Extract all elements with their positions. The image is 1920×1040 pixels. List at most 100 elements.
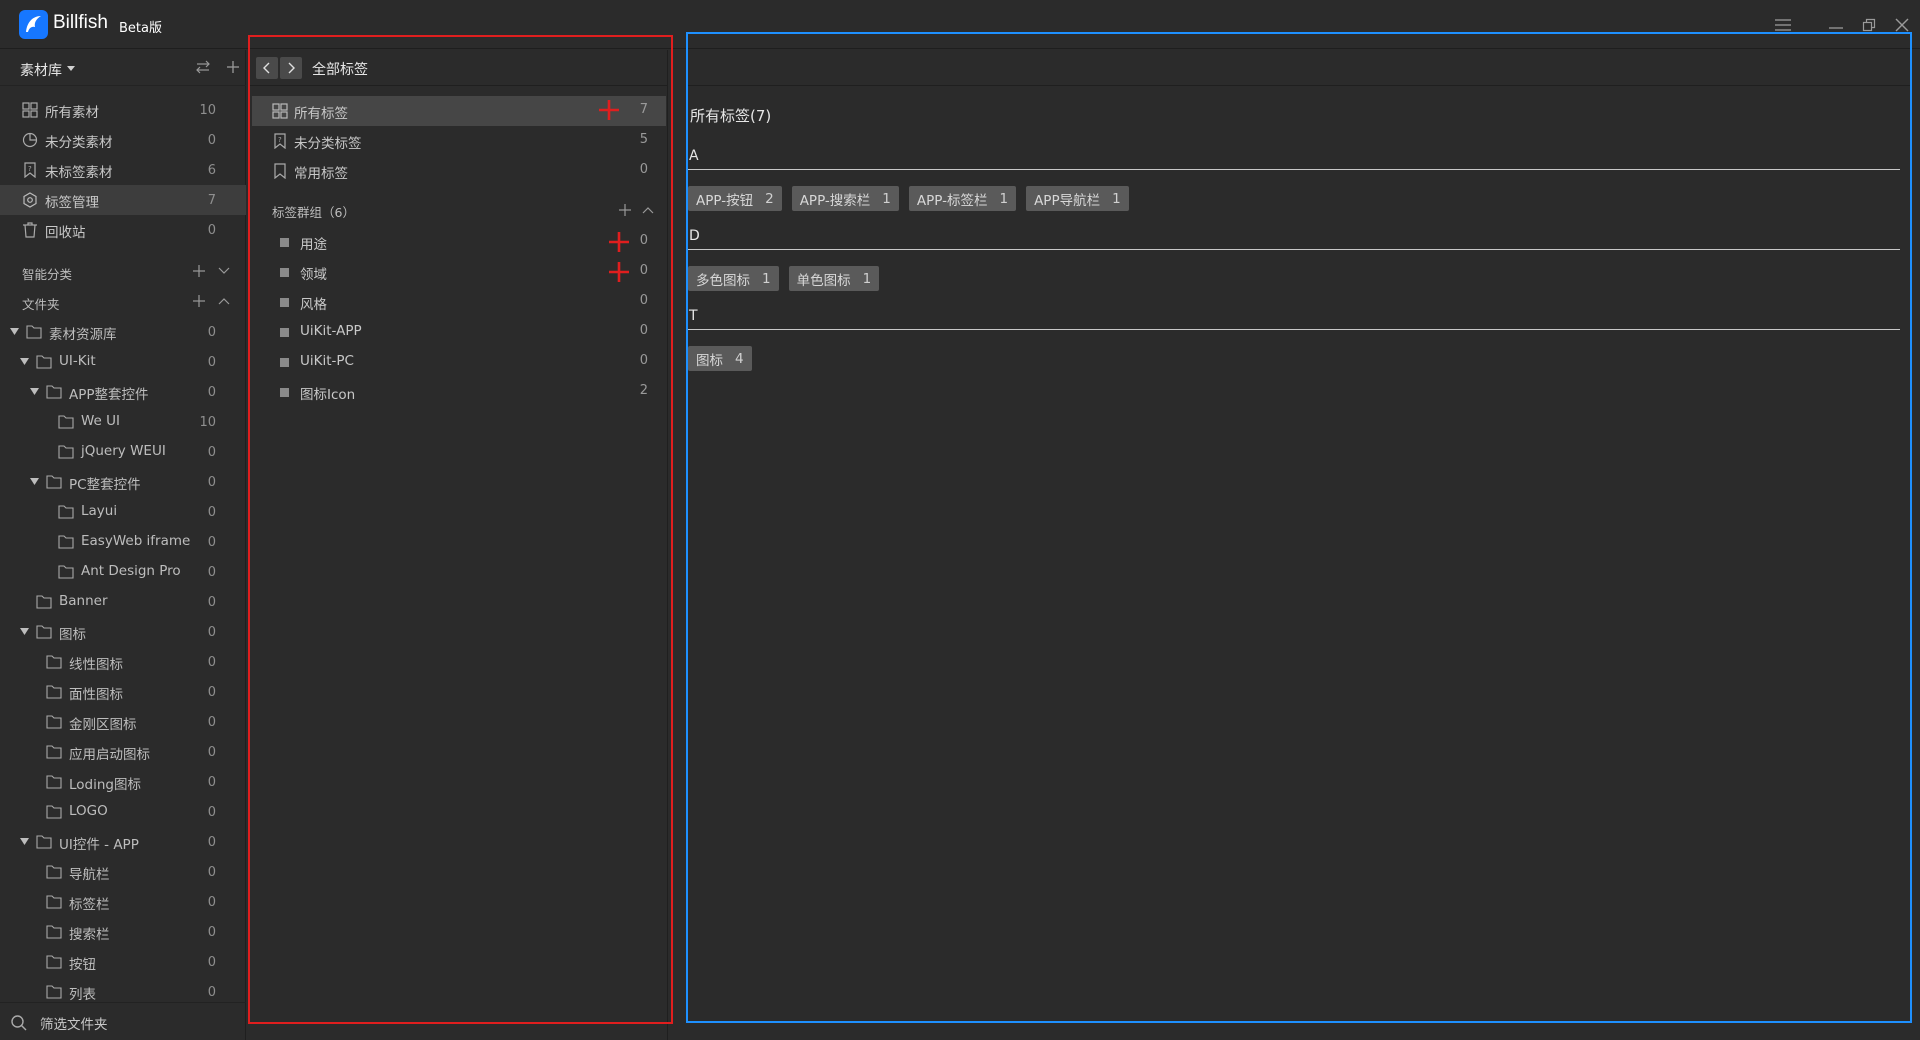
folder-label: 搜索栏 [69, 927, 110, 943]
expand-triangle-icon[interactable] [30, 388, 39, 395]
folder-label: Loding图标 [69, 777, 141, 793]
nav-uncategorized-assets[interactable]: 未分类素材 0 [0, 125, 246, 155]
folder-item[interactable]: 图标 0 [0, 617, 246, 647]
folder-icon [46, 955, 62, 969]
folder-item[interactable]: LOGO 0 [0, 797, 246, 827]
folder-item[interactable]: APP整套控件 0 [0, 377, 246, 407]
expand-triangle-icon[interactable] [30, 478, 39, 485]
folder-item[interactable]: Loding图标 0 [0, 767, 246, 797]
tag-chip[interactable]: 多色图标 1 [688, 266, 779, 291]
folder-item[interactable]: Banner 0 [0, 587, 246, 617]
folder-count: 0 [207, 744, 216, 760]
folder-item[interactable]: 素材资源库 0 [0, 317, 246, 347]
folder-item[interactable]: 面性图标 0 [0, 677, 246, 707]
tag-group-count: 0 [639, 293, 648, 308]
back-button[interactable] [256, 57, 278, 79]
folder-item[interactable]: 标签栏 0 [0, 887, 246, 917]
folder-item[interactable]: 搜索栏 0 [0, 917, 246, 947]
folder-item[interactable]: 线性图标 0 [0, 647, 246, 677]
folder-icon [58, 445, 74, 459]
folder-label: jQuery WEUI [81, 443, 166, 459]
folder-count: 0 [207, 504, 216, 520]
add-group-icon[interactable] [618, 203, 632, 217]
nav-label: 标签管理 [45, 195, 99, 211]
trash-icon [23, 222, 37, 238]
restore-icon[interactable] [1856, 12, 1882, 38]
folder-filter[interactable]: 筛选文件夹 [0, 1002, 246, 1040]
folder-icon [46, 685, 62, 699]
tag-group-item[interactable]: UiKit-PC 0 [252, 347, 666, 377]
tag-group-item[interactable]: UiKit-APP 0 [252, 317, 666, 347]
nav-count: 0 [207, 222, 216, 238]
tag-chip-count: 1 [999, 190, 1009, 207]
add-folder-icon[interactable] [192, 294, 206, 308]
nav-all-assets[interactable]: 所有素材 10 [0, 95, 246, 125]
folder-item[interactable]: 金刚区图标 0 [0, 707, 246, 737]
tag-chip[interactable]: APP-标签栏 1 [908, 186, 1017, 211]
folder-count: 0 [207, 864, 216, 880]
folder-item[interactable]: Layui 0 [0, 497, 246, 527]
folder-label: EasyWeb iframe [81, 533, 191, 549]
expand-triangle-icon[interactable] [20, 838, 29, 845]
library-selector[interactable]: 素材库 [20, 60, 62, 80]
chevron-up-icon[interactable] [642, 205, 654, 215]
folder-label: 按钮 [69, 957, 96, 973]
minimize-icon[interactable] [1823, 12, 1849, 38]
folder-item[interactable]: 导航栏 0 [0, 857, 246, 887]
nav-trash[interactable]: 回收站 0 [0, 215, 246, 245]
tag-group-item[interactable]: 风格 0 [252, 287, 666, 317]
filter-folder-label: 筛选文件夹 [40, 1017, 108, 1033]
svg-text:?: ? [28, 165, 32, 173]
tag-item-common[interactable]: 常用标签 0 [252, 156, 666, 186]
nav-tag-management[interactable]: 标签管理 7 [0, 185, 246, 215]
folder-item[interactable]: PC整套控件 0 [0, 467, 246, 497]
tag-item-all[interactable]: 所有标签 7 [252, 96, 666, 126]
tag-item-count: 0 [639, 162, 648, 177]
close-icon[interactable] [1889, 12, 1915, 38]
folder-icon [58, 505, 74, 519]
expand-triangle-icon[interactable] [20, 358, 29, 365]
tag-item-uncategorized[interactable]: ? 未分类标签 5 [252, 126, 666, 156]
tag-chip-row: 多色图标 1 单色图标 1 [688, 266, 880, 292]
menu-icon[interactable] [1770, 12, 1796, 38]
folder-item[interactable]: 按钮 0 [0, 947, 246, 977]
grid-icon [22, 102, 38, 118]
forward-button[interactable] [280, 57, 302, 79]
tag-group-item[interactable]: 用途 0 [252, 227, 666, 257]
caret-down-icon[interactable] [67, 66, 75, 71]
chevron-down-icon[interactable] [218, 266, 230, 276]
tag-chip[interactable]: APP导航栏 1 [1026, 186, 1129, 211]
folder-item[interactable]: 应用启动图标 0 [0, 737, 246, 767]
chevron-up-icon[interactable] [218, 296, 230, 306]
folder-item[interactable]: We UI 10 [0, 407, 246, 437]
tag-chip[interactable]: APP-搜索栏 1 [791, 186, 899, 211]
group-square-icon [280, 358, 289, 367]
tag-chip[interactable]: 单色图标 1 [788, 266, 880, 291]
add-smart-icon[interactable] [192, 264, 206, 278]
tag-group-item[interactable]: 领域 0 [252, 257, 666, 287]
folder-icon [36, 355, 52, 369]
folder-count: 0 [207, 804, 216, 820]
tag-chip-name: 图标 [696, 352, 723, 369]
folder-count: 0 [207, 594, 216, 610]
folder-item[interactable]: UI控件 - APP 0 [0, 827, 246, 857]
folder-item[interactable]: Ant Design Pro 0 [0, 557, 246, 587]
folder-item[interactable]: UI-Kit 0 [0, 347, 246, 377]
nav-untagged-assets[interactable]: ? 未标签素材 6 [0, 155, 246, 185]
folder-icon [46, 925, 62, 939]
switch-icon[interactable] [195, 59, 211, 75]
group-square-icon [280, 388, 289, 397]
library-header: 素材库 [0, 50, 246, 86]
expand-triangle-icon[interactable] [10, 328, 19, 335]
add-icon[interactable] [225, 59, 241, 75]
folder-count: 0 [207, 894, 216, 910]
grid-icon [272, 103, 288, 119]
letter-label: A [689, 148, 699, 164]
tag-chip[interactable]: APP-按钮 2 [688, 186, 782, 211]
expand-triangle-icon[interactable] [20, 628, 29, 635]
tag-chip[interactable]: 图标 4 [688, 346, 752, 371]
red-plus-marker-icon [609, 262, 629, 282]
folder-item[interactable]: EasyWeb iframe 0 [0, 527, 246, 557]
folder-item[interactable]: jQuery WEUI 0 [0, 437, 246, 467]
tag-group-item[interactable]: 图标Icon 2 [252, 377, 666, 407]
